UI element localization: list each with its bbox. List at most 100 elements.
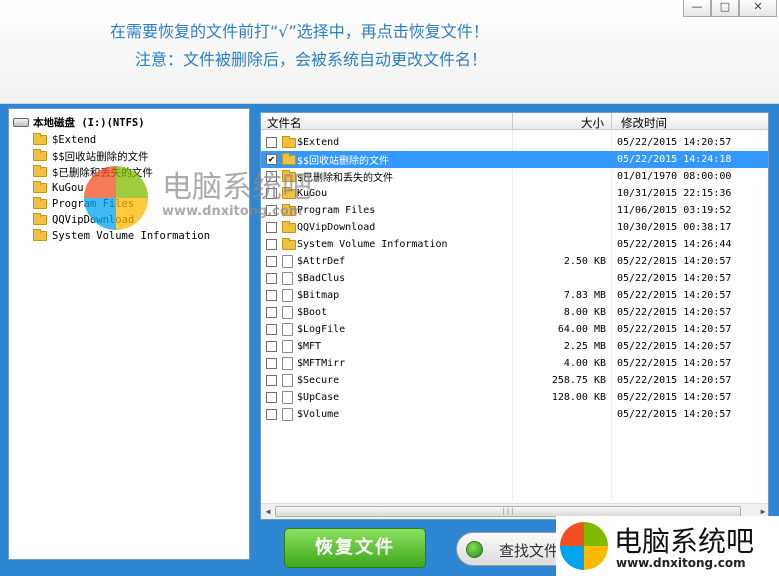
- file-date: 05/22/2015 14:20:57: [617, 324, 732, 335]
- recover-files-button[interactable]: 恢复文件: [284, 528, 426, 568]
- row-checkbox[interactable]: [266, 358, 277, 369]
- file-icon: [282, 391, 293, 404]
- file-size: 2.25 MB: [563, 341, 606, 352]
- tree-folder-item[interactable]: Program Files: [33, 196, 134, 212]
- file-row[interactable]: $Boot 8.00 KB 05/22/2015 14:20:57: [261, 304, 768, 321]
- file-row[interactable]: Program Files 11/06/2015 03:19:52: [261, 202, 768, 219]
- row-checkbox[interactable]: [266, 290, 277, 301]
- tree-folder-label: $已删除和丢失的文件: [52, 166, 153, 179]
- file-row[interactable]: ✔ $$回收站删除的文件 05/22/2015 14:24:18: [261, 151, 768, 168]
- row-checkbox[interactable]: [266, 222, 277, 233]
- tree-folder-label: KuGou: [52, 182, 84, 194]
- tree-folder-item[interactable]: $Extend: [33, 132, 96, 148]
- folder-icon: [33, 133, 47, 145]
- file-row[interactable]: $AttrDef 2.50 KB 05/22/2015 14:20:57: [261, 253, 768, 270]
- file-row[interactable]: $Bitmap 7.83 MB 05/22/2015 14:20:57: [261, 287, 768, 304]
- tree-folder-label: QQVipDownload: [52, 214, 135, 226]
- file-size: 258.75 KB: [551, 375, 606, 386]
- file-row[interactable]: $LogFile 64.00 MB 05/22/2015 14:20:57: [261, 321, 768, 338]
- file-row[interactable]: $UpCase 128.00 KB 05/22/2015 14:20:57: [261, 389, 768, 406]
- row-checkbox[interactable]: [266, 256, 277, 267]
- file-name: $AttrDef: [297, 256, 346, 267]
- column-divider[interactable]: [512, 113, 513, 130]
- drive-icon: [13, 118, 29, 127]
- file-row[interactable]: KuGou 10/31/2015 22:15:36: [261, 185, 768, 202]
- file-row[interactable]: $MFT 2.25 MB 05/22/2015 14:20:57: [261, 338, 768, 355]
- tree-folder-label: Program Files: [52, 198, 135, 210]
- row-checkbox[interactable]: [266, 205, 277, 216]
- folder-icon: [282, 169, 296, 182]
- file-icon: [282, 340, 293, 353]
- scroll-left-icon[interactable]: ◀: [262, 506, 274, 518]
- row-checkbox[interactable]: ✔: [266, 154, 277, 165]
- file-date: 05/22/2015 14:20:57: [617, 137, 732, 148]
- folder-tree-panel: 本地磁盘 (I:)(NTFS) $Extend $$回收站删除的文件 $已删除和丢失…: [8, 108, 250, 560]
- file-date: 10/30/2015 00:38:17: [617, 222, 732, 233]
- folder-icon: [33, 229, 47, 241]
- row-checkbox[interactable]: [266, 392, 277, 403]
- close-button[interactable]: ✕: [739, 0, 777, 17]
- file-date: 05/22/2015 14:20:57: [617, 307, 732, 318]
- folder-icon: [33, 213, 47, 225]
- row-checkbox[interactable]: [266, 375, 277, 386]
- column-header-size[interactable]: 大小: [581, 115, 604, 131]
- minimize-button[interactable]: —: [683, 0, 711, 17]
- find-files-label: 查找文件: [499, 542, 560, 560]
- folder-icon: [33, 197, 47, 209]
- file-row[interactable]: $Secure 258.75 KB 05/22/2015 14:20:57: [261, 372, 768, 389]
- file-name: $Boot: [297, 307, 328, 318]
- row-checkbox[interactable]: [266, 409, 277, 420]
- file-icon: [282, 255, 293, 268]
- folder-icon: [33, 181, 47, 193]
- file-date: 05/22/2015 14:26:44: [617, 239, 732, 250]
- tree-folder-label: System Volume Information: [52, 230, 211, 242]
- tree-folder-item[interactable]: $$回收站删除的文件: [33, 148, 149, 164]
- file-name: $Volume: [297, 409, 340, 420]
- file-date: 05/22/2015 14:20:57: [617, 375, 732, 386]
- file-date: 10/31/2015 22:15:36: [617, 188, 732, 199]
- file-icon: [282, 408, 293, 421]
- file-date: 11/06/2015 03:19:52: [617, 205, 732, 216]
- file-name: $$回收站删除的文件: [297, 156, 390, 167]
- maximize-button[interactable]: □: [711, 0, 739, 17]
- tree-folder-item[interactable]: $已删除和丢失的文件: [33, 164, 153, 180]
- file-row[interactable]: $Extend 05/22/2015 14:20:57: [261, 134, 768, 151]
- tree-root-label: 本地磁盘 (I:)(NTFS): [33, 117, 145, 129]
- file-date: 05/22/2015 14:20:57: [617, 341, 732, 352]
- file-name: $UpCase: [297, 392, 340, 403]
- row-checkbox[interactable]: [266, 273, 277, 284]
- row-checkbox[interactable]: [266, 239, 277, 250]
- folder-icon: [282, 203, 296, 216]
- file-name: $Extend: [297, 137, 340, 148]
- file-name: $LogFile: [297, 324, 346, 335]
- column-header-date[interactable]: 修改时间: [621, 115, 667, 131]
- file-row[interactable]: QQVipDownload 10/30/2015 00:38:17: [261, 219, 768, 236]
- row-checkbox[interactable]: [266, 307, 277, 318]
- file-date: 05/22/2015 14:20:57: [617, 358, 732, 369]
- file-icon: [282, 374, 293, 387]
- file-row[interactable]: $MFTMirr 4.00 KB 05/22/2015 14:20:57: [261, 355, 768, 372]
- tree-folder-item[interactable]: System Volume Information: [33, 228, 210, 244]
- find-status-icon: [466, 541, 483, 558]
- file-row[interactable]: $BadClus 05/22/2015 14:20:57: [261, 270, 768, 287]
- file-row[interactable]: $Volume 05/22/2015 14:20:57: [261, 406, 768, 423]
- tree-folder-label: $Extend: [52, 134, 97, 146]
- folder-icon: [33, 149, 47, 161]
- column-divider[interactable]: [611, 113, 612, 130]
- row-checkbox[interactable]: [266, 188, 277, 199]
- row-checkbox[interactable]: [266, 324, 277, 335]
- file-name: Program Files: [297, 205, 376, 216]
- file-date: 05/22/2015 14:20:57: [617, 256, 732, 267]
- file-row[interactable]: System Volume Information 05/22/2015 14:2…: [261, 236, 768, 253]
- file-name: KuGou: [297, 188, 328, 199]
- row-checkbox[interactable]: [266, 341, 277, 352]
- tree-folder-item[interactable]: QQVipDownload: [33, 212, 134, 228]
- row-checkbox[interactable]: [266, 171, 277, 182]
- watermark-corner: 电脑系统吧 www.dnxitong.com: [556, 516, 779, 576]
- file-row[interactable]: $已删除和丢失的文件 01/01/1970 08:00:00: [261, 168, 768, 185]
- folder-icon: [282, 237, 296, 250]
- row-checkbox[interactable]: [266, 137, 277, 148]
- tree-folder-item[interactable]: KuGou: [33, 180, 84, 196]
- column-header-name[interactable]: 文件名: [267, 115, 302, 131]
- tree-root-drive[interactable]: 本地磁盘 (I:)(NTFS): [13, 115, 145, 130]
